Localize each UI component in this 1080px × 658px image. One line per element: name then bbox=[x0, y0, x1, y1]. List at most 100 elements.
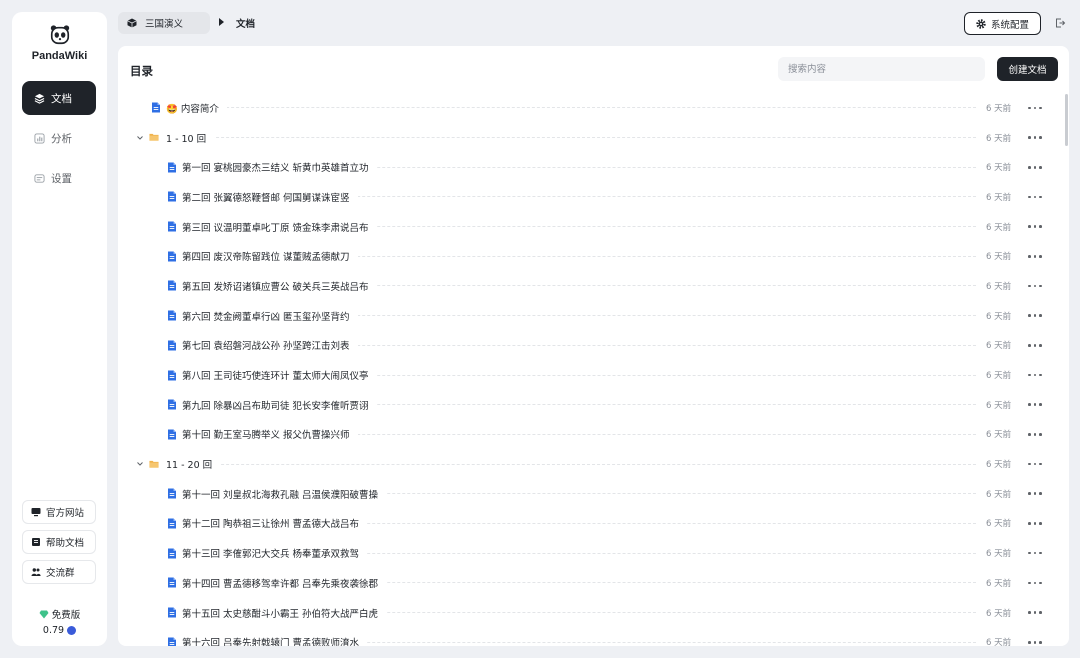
tree-doc-row[interactable]: 第八回 王司徒巧使连环计 董太师大闹凤仪亭 6 天前 bbox=[118, 360, 1058, 390]
tree-doc-row[interactable]: 第十三回 李傕郭汜大交兵 杨奉董承双救驾 6 天前 bbox=[118, 538, 1058, 568]
updated-time: 6 天前 bbox=[986, 608, 1012, 619]
sidebar: PandaWiki 文档 分析 设置 官方网站 帮助文档 交流群 免费版 0.7… bbox=[12, 12, 107, 646]
updated-time: 6 天前 bbox=[986, 549, 1012, 560]
system-config-label: 系统配置 bbox=[990, 19, 1029, 31]
more-actions-icon[interactable] bbox=[1028, 311, 1042, 321]
more-actions-icon[interactable] bbox=[1028, 370, 1042, 380]
tree-item-label: 第十二回 陶恭祖三让徐州 曹孟德大战吕布 bbox=[182, 516, 368, 531]
document-icon bbox=[167, 548, 177, 559]
tree-doc-row[interactable]: 第十一回 刘皇叔北海救孔融 吕温侯濮阳破曹操 6 天前 bbox=[118, 479, 1058, 509]
tree-item-label: 第十四回 曹孟德移驾幸许都 吕奉先乘夜袭徐郡 bbox=[182, 575, 387, 590]
folder-icon bbox=[149, 132, 159, 143]
search-input[interactable] bbox=[778, 57, 985, 81]
logout-icon[interactable] bbox=[1054, 17, 1066, 29]
tree-doc-row[interactable]: 第六回 焚金阙董卓行凶 匿玉玺孙坚背约 6 天前 bbox=[118, 301, 1058, 331]
tree-item-label: 第七回 袁绍磐河战公孙 孙坚跨江击刘表 bbox=[182, 338, 358, 353]
tree-folder-row[interactable]: 1 - 10 回 6 天前 bbox=[118, 123, 1058, 153]
row-leader-line bbox=[186, 463, 976, 465]
more-actions-icon[interactable] bbox=[1028, 489, 1042, 499]
more-actions-icon[interactable] bbox=[1028, 192, 1042, 202]
breadcrumb-wiki[interactable]: 三国演义 bbox=[118, 12, 210, 34]
updated-time: 6 天前 bbox=[986, 281, 1012, 292]
edition-info: 免费版 0.79 bbox=[12, 608, 107, 636]
more-actions-icon[interactable] bbox=[1028, 637, 1042, 646]
version-badge-icon[interactable] bbox=[67, 625, 77, 635]
more-actions-icon[interactable] bbox=[1028, 548, 1042, 558]
cube-icon bbox=[127, 18, 137, 28]
document-icon bbox=[167, 221, 177, 232]
updated-time: 6 天前 bbox=[986, 430, 1012, 441]
nav-item-label: 文档 bbox=[51, 92, 72, 105]
more-actions-icon[interactable] bbox=[1028, 578, 1042, 588]
nav-item-label: 设置 bbox=[51, 172, 72, 185]
document-icon bbox=[167, 399, 177, 410]
nav-item-label: 分析 bbox=[51, 132, 72, 145]
updated-time: 6 天前 bbox=[986, 578, 1012, 589]
document-icon bbox=[167, 370, 177, 381]
community-group-link[interactable]: 交流群 bbox=[22, 560, 96, 584]
brand-logo[interactable]: PandaWiki bbox=[12, 24, 107, 62]
tree-doc-row[interactable]: 第十四回 曹孟德移驾幸许都 吕奉先乘夜袭徐郡 6 天前 bbox=[118, 568, 1058, 598]
help-docs-link[interactable]: 帮助文档 bbox=[22, 530, 96, 554]
link-label: 帮助文档 bbox=[46, 538, 85, 549]
document-icon bbox=[167, 518, 177, 529]
updated-time: 6 天前 bbox=[986, 519, 1012, 530]
link-label: 交流群 bbox=[46, 568, 75, 579]
more-actions-icon[interactable] bbox=[1028, 459, 1042, 469]
monitor-icon bbox=[31, 507, 41, 517]
nav-item-analytics[interactable]: 分析 bbox=[22, 121, 96, 155]
more-actions-icon[interactable] bbox=[1028, 518, 1042, 528]
nav-item-settings[interactable]: 设置 bbox=[22, 161, 96, 195]
tree-item-label: 第十回 勤王室马腾举义 报父仇曹操兴师 bbox=[182, 427, 358, 442]
tree-doc-row[interactable]: 第九回 除暴凶吕布助司徒 犯长安李傕听贾诩 6 天前 bbox=[118, 390, 1058, 420]
tree-doc-row[interactable]: 第七回 袁绍磐河战公孙 孙坚跨江击刘表 6 天前 bbox=[118, 331, 1058, 361]
nav-item-docs[interactable]: 文档 bbox=[22, 81, 96, 115]
document-icon bbox=[167, 251, 177, 262]
more-actions-icon[interactable] bbox=[1028, 103, 1042, 113]
tree-item-label: 第一回 宴桃园豪杰三结义 斩黄巾英雄首立功 bbox=[182, 160, 377, 175]
scrollbar[interactable] bbox=[1065, 94, 1068, 146]
system-config-button[interactable]: 系统配置 bbox=[964, 12, 1041, 35]
official-website-link[interactable]: 官方网站 bbox=[22, 500, 96, 524]
panel-title: 目录 bbox=[130, 64, 153, 78]
create-document-button[interactable]: 创建文档 bbox=[997, 57, 1058, 81]
more-actions-icon[interactable] bbox=[1028, 340, 1042, 350]
more-actions-icon[interactable] bbox=[1028, 400, 1042, 410]
tree-item-label: 第四回 废汉帝陈留践位 谋董贼孟德献刀 bbox=[182, 249, 358, 264]
tree-doc-row[interactable]: 第十五回 太史慈酣斗小霸王 孙伯符大战严白虎 6 天前 bbox=[118, 598, 1058, 628]
document-icon bbox=[167, 577, 177, 588]
tree-doc-row[interactable]: 第十回 勤王室马腾举义 报父仇曹操兴师 6 天前 bbox=[118, 420, 1058, 450]
tree-doc-row[interactable]: 第二回 张翼德怒鞭督邮 何国舅谋诛宦竖 6 天前 bbox=[118, 182, 1058, 212]
document-icon bbox=[151, 102, 161, 113]
tree-doc-row[interactable]: 第十六回 吕奉先射戟辕门 曹孟德败师淯水 6 天前 bbox=[118, 627, 1058, 646]
tree-doc-row[interactable]: 第一回 宴桃园豪杰三结义 斩黄巾英雄首立功 6 天前 bbox=[118, 152, 1058, 182]
more-actions-icon[interactable] bbox=[1028, 133, 1042, 143]
tree-item-label: 1 - 10 回 bbox=[166, 130, 215, 145]
folder-icon bbox=[149, 459, 159, 470]
tree-doc-row[interactable]: 第十二回 陶恭祖三让徐州 曹孟德大战吕布 6 天前 bbox=[118, 509, 1058, 539]
updated-time: 6 天前 bbox=[986, 192, 1012, 203]
tree-folder-row[interactable]: 11 - 20 回 6 天前 bbox=[118, 449, 1058, 479]
chevron-down-icon[interactable] bbox=[136, 460, 144, 468]
tree-doc-row[interactable]: 第五回 发矫诏诸镇应曹公 破关兵三英战吕布 6 天前 bbox=[118, 271, 1058, 301]
tree-item-label: 第十一回 刘皇叔北海救孔融 吕温侯濮阳破曹操 bbox=[182, 486, 387, 501]
tree-item-label: 第十六回 吕奉先射戟辕门 曹孟德败师淯水 bbox=[182, 635, 368, 646]
more-actions-icon[interactable] bbox=[1028, 222, 1042, 232]
updated-time: 6 天前 bbox=[986, 341, 1012, 352]
updated-time: 6 天前 bbox=[986, 252, 1012, 263]
chevron-down-icon[interactable] bbox=[136, 134, 144, 142]
tree-doc-row[interactable]: 第四回 废汉帝陈留践位 谋董贼孟德献刀 6 天前 bbox=[118, 241, 1058, 271]
more-actions-icon[interactable] bbox=[1028, 162, 1042, 172]
edition-row: 免费版 bbox=[12, 608, 107, 621]
tree-item-label: 第十五回 太史慈酣斗小霸王 孙伯符大战严白虎 bbox=[182, 605, 387, 620]
tree-doc-row[interactable]: 🤩 内容简介 6 天前 bbox=[118, 93, 1058, 123]
more-actions-icon[interactable] bbox=[1028, 281, 1042, 291]
updated-time: 6 天前 bbox=[986, 460, 1012, 471]
more-actions-icon[interactable] bbox=[1028, 608, 1042, 618]
updated-time: 6 天前 bbox=[986, 311, 1012, 322]
chart-icon bbox=[33, 132, 45, 144]
tree-doc-row[interactable]: 第三回 议温明董卓叱丁原 馈金珠李肃说吕布 6 天前 bbox=[118, 212, 1058, 242]
more-actions-icon[interactable] bbox=[1028, 251, 1042, 261]
tree-item-label: 11 - 20 回 bbox=[166, 457, 221, 472]
more-actions-icon[interactable] bbox=[1028, 429, 1042, 439]
